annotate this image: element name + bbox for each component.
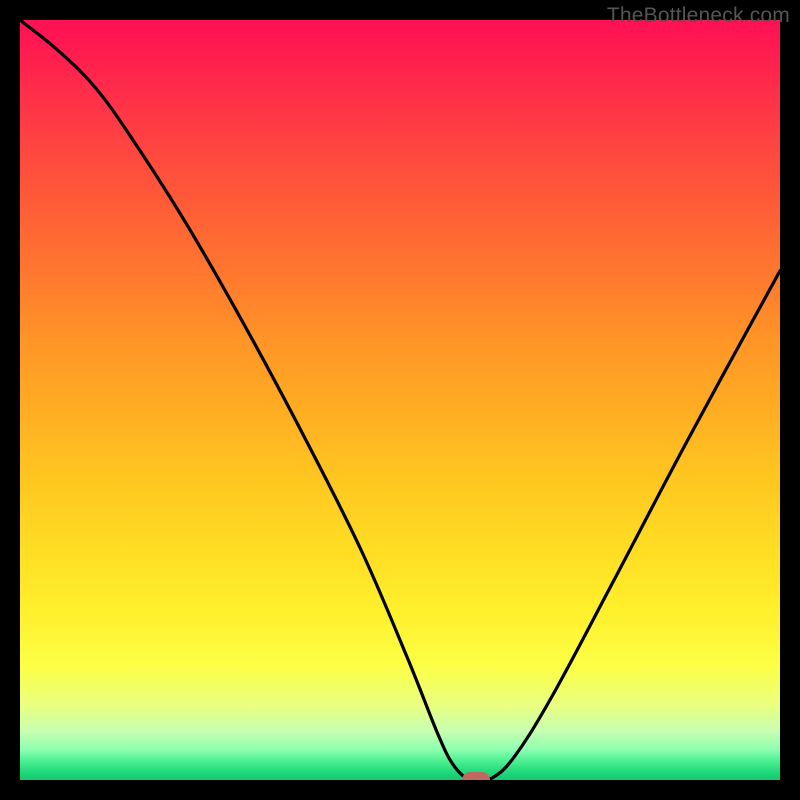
- chart-frame: TheBottleneck.com: [0, 0, 800, 800]
- bottleneck-curve: [20, 20, 780, 780]
- bottleneck-marker: [462, 772, 490, 780]
- watermark-text: TheBottleneck.com: [607, 4, 790, 28]
- plot-area: [20, 20, 780, 780]
